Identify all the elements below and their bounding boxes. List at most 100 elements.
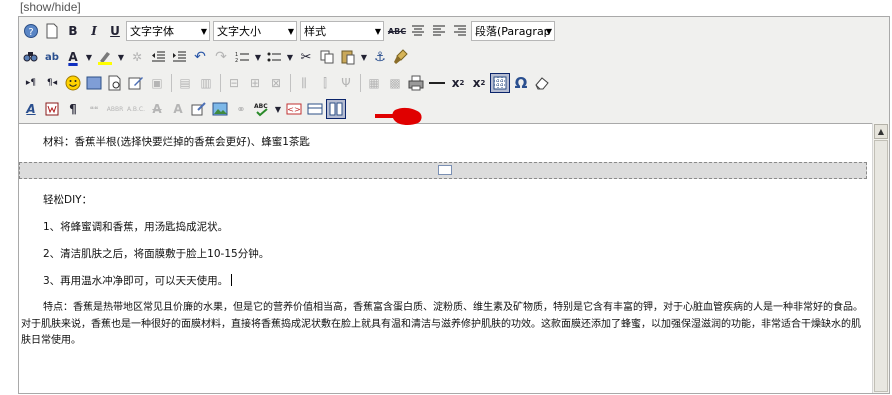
editor-content-area[interactable]: 材料：香蕉半根(选择快要烂掉的香蕉会更好)、蜂蜜1茶匙 轻松DIY： 1、将蜂蜜… — [19, 123, 872, 393]
help-icon[interactable]: ? — [21, 21, 41, 41]
special-char-button[interactable]: Ω — [511, 73, 531, 93]
align-center-icon[interactable] — [408, 21, 428, 41]
strikethrough-button[interactable]: ABC — [387, 21, 407, 41]
bullet-list-icon[interactable] — [264, 47, 284, 67]
step-2: 2、清洁肌肤之后，将面膜敷于脸上10-15分钟。 — [43, 248, 270, 260]
merge-cells-icon[interactable]: ▩ — [385, 73, 405, 93]
step-3-text: 3、再用温水冲净即可，可以天天使用。 — [43, 275, 229, 287]
toolbar-separator — [290, 74, 291, 92]
ltr-icon[interactable]: ▸¶ — [21, 73, 41, 93]
replace-icon[interactable]: ab — [42, 47, 62, 67]
visual-aid-icon[interactable] — [490, 73, 510, 93]
superscript-button[interactable]: x2 — [469, 73, 489, 93]
numbered-list-icon[interactable]: 12 — [232, 47, 252, 67]
delete-text-icon[interactable]: A — [147, 99, 167, 119]
insert-col-before-icon[interactable]: ⫼ — [294, 73, 314, 93]
paste-icon[interactable] — [338, 47, 358, 67]
omega-label: Ω — [514, 74, 528, 92]
delete-col-icon[interactable]: Ψ — [336, 73, 356, 93]
highlight-color-icon[interactable] — [95, 47, 115, 67]
cite-icon[interactable]: ❝❝ — [84, 99, 104, 119]
insert-image-icon[interactable] — [210, 99, 230, 119]
emoticon-icon[interactable] — [63, 73, 83, 93]
chevron-down-icon[interactable]: ▼ — [84, 47, 94, 67]
new-document-icon[interactable] — [42, 21, 62, 41]
vertical-scrollbar[interactable]: ▲ — [872, 123, 889, 393]
attributes-icon[interactable] — [189, 99, 209, 119]
insert-layer-icon[interactable] — [305, 99, 325, 119]
undo-icon[interactable]: ↶ — [190, 47, 210, 67]
preview-icon[interactable] — [105, 73, 125, 93]
link-icon[interactable]: ⚭ — [231, 99, 251, 119]
insert-col-after-icon[interactable]: ⫿ — [315, 73, 335, 93]
insert-row-before-icon[interactable]: ⊟ — [224, 73, 244, 93]
toolbar-row-3: ▸¶ ¶◂ ▣ ▤ ▥ ⊟ ⊞ ⊠ ⫼ ⫿ Ψ ▦ ▩ x 2 x 2 Ω — [21, 71, 553, 95]
strikethrough-label: ABC — [387, 26, 407, 36]
template-icon[interactable]: ▣ — [147, 73, 167, 93]
insert-text-icon[interactable]: A — [168, 99, 188, 119]
table-row-props-icon[interactable]: ▤ — [175, 73, 195, 93]
font-size-select[interactable]: 文字大小 ▼ — [213, 21, 297, 41]
cut-icon[interactable]: ✂ — [296, 47, 316, 67]
acronym-button[interactable]: A.B.C. — [126, 99, 146, 119]
edit-css-icon[interactable] — [126, 73, 146, 93]
scrollbar-thumb[interactable] — [874, 140, 888, 392]
font-color-icon[interactable]: A — [63, 47, 83, 67]
pilcrow-icon[interactable]: ¶ — [63, 99, 83, 119]
eraser-icon[interactable] — [532, 73, 552, 93]
scroll-up-arrow-icon[interactable]: ▲ — [874, 124, 888, 139]
bold-button[interactable]: B — [63, 21, 83, 41]
step-3: 3、再用温水冲净即可，可以天天使用。 — [43, 272, 233, 290]
print-icon[interactable] — [406, 73, 426, 93]
chevron-down-icon[interactable]: ▼ — [273, 99, 283, 119]
show-hide-link[interactable]: [show/hide] — [20, 0, 81, 14]
page-break-icon[interactable] — [326, 99, 346, 119]
font-size-value: 文字大小 — [217, 25, 261, 38]
toolbar-separator — [220, 74, 221, 92]
materials-line: 材料：香蕉半根(选择快要烂掉的香蕉会更好)、蜂蜜1茶匙 — [43, 136, 310, 148]
outdent-icon[interactable] — [148, 47, 168, 67]
chevron-down-icon[interactable]: ▼ — [359, 47, 369, 67]
font-family-select[interactable]: 文字字体 ▼ — [126, 21, 210, 41]
split-cells-icon[interactable]: ▦ — [364, 73, 384, 93]
delete-row-icon[interactable]: ⊠ — [266, 73, 286, 93]
svg-text:2: 2 — [235, 58, 238, 63]
style-value: 样式 — [304, 25, 326, 38]
toolbar-separator — [171, 74, 172, 92]
anchor-icon[interactable]: ⚓ — [370, 47, 390, 67]
align-right-icon[interactable] — [450, 21, 470, 41]
paste-word-icon[interactable] — [42, 99, 62, 119]
horizontal-rule-icon[interactable] — [427, 73, 447, 93]
chevron-down-icon: ▼ — [287, 27, 294, 36]
rich-text-editor: ? B I U 文字字体 ▼ 文字大小 ▼ 样式 ▼ ABC 段落(Paragrap ▼ — [18, 16, 890, 394]
table-cell-props-icon[interactable]: ▥ — [196, 73, 216, 93]
insert-row-after-icon[interactable]: ⊞ — [245, 73, 265, 93]
paragraph-format-value: 段落(Paragrap — [475, 25, 551, 38]
style-select[interactable]: 样式 ▼ — [300, 21, 384, 41]
rtl-icon[interactable]: ¶◂ — [42, 73, 62, 93]
italic-button[interactable]: I — [84, 21, 104, 41]
abbr-button[interactable]: ABBR — [105, 99, 125, 119]
clean-icon[interactable]: ✲ — [127, 47, 147, 67]
subscript-button[interactable]: x2 — [448, 73, 468, 93]
chevron-down-icon[interactable]: ▼ — [253, 47, 263, 67]
paragraph-format-select[interactable]: 段落(Paragrap ▼ — [471, 21, 555, 41]
underline-button[interactable]: U — [105, 21, 125, 41]
chevron-down-icon: ▼ — [200, 27, 207, 36]
chevron-down-icon[interactable]: ▼ — [116, 47, 126, 67]
cleanup-brush-icon[interactable] — [391, 47, 411, 67]
chevron-down-icon[interactable]: ▼ — [285, 47, 295, 67]
styleprops-icon[interactable]: A — [21, 99, 41, 119]
svg-text:<>: <> — [287, 105, 300, 114]
fullscreen-icon[interactable] — [84, 73, 104, 93]
abbr-label: ABBR — [106, 105, 124, 113]
page-break-icon — [438, 165, 452, 175]
insert-code-icon[interactable]: <> — [284, 99, 304, 119]
indent-icon[interactable] — [169, 47, 189, 67]
find-icon[interactable] — [21, 47, 41, 67]
font-family-value: 文字字体 — [130, 25, 174, 38]
copy-icon[interactable] — [317, 47, 337, 67]
align-left-icon[interactable] — [429, 21, 449, 41]
spellcheck-icon[interactable]: ABC — [252, 99, 272, 119]
redo-icon[interactable]: ↷ — [211, 47, 231, 67]
